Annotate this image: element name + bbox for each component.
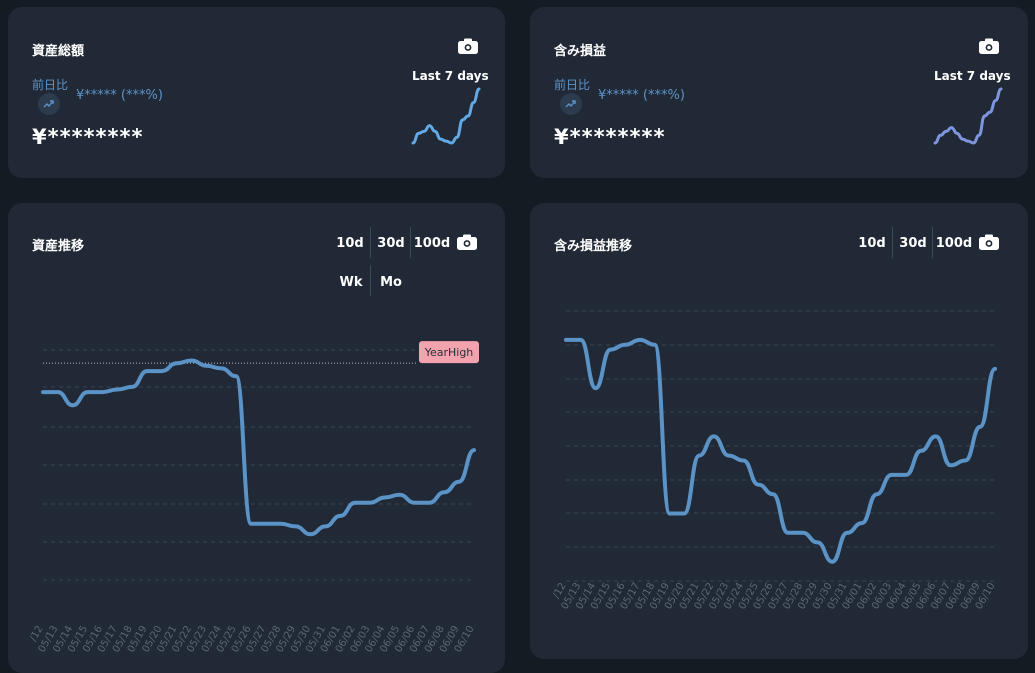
change-value: ¥***** (***%) [598, 88, 685, 103]
series-line [564, 337, 997, 564]
prev-day-label: 前日比 [554, 78, 591, 92]
trend-up-icon [38, 93, 60, 115]
total-assets-title: 資産総額 [32, 44, 85, 59]
total-assets-value: ¥******** [32, 125, 144, 149]
asset-history-chart: YearHigh/1205/1305/1405/1505/1605/1705/1… [28, 341, 479, 655]
pl-history-chart: /1205/1305/1405/1505/1605/1705/1805/1905… [551, 310, 998, 612]
camera-icon[interactable] [979, 38, 999, 54]
sparkline-chart [933, 87, 1003, 145]
unrealized-pl-title: 含み損益 [554, 44, 607, 59]
unrealized-pl-card: 含み損益 Last 7 days 前日比 ¥***** (***%) ¥****… [530, 7, 1028, 178]
asset-history-card: 資産推移 10d 30d 100d Wk Mo YearHigh/12 05/13… [8, 203, 505, 673]
sparkline-path [933, 87, 1003, 145]
spark-period-label: Last 7 days [934, 69, 1011, 83]
camera-icon[interactable] [458, 38, 478, 54]
trend-up-icon [560, 93, 582, 115]
prev-day-label: 前日比 [32, 78, 69, 92]
sparkline-chart [411, 87, 481, 145]
sparkline-path [411, 87, 481, 145]
year-high-label: YearHigh [424, 346, 474, 359]
pl-history-card: 含み損益推移 10d 30d 100d /12 05/13 05/14 05/15 05… [530, 203, 1028, 659]
unrealized-pl-value: ¥******** [554, 125, 666, 149]
change-value: ¥***** (***%) [76, 88, 163, 103]
total-assets-card: 資産総額 Last 7 days 前日比 ¥***** (***%) ¥****… [8, 7, 505, 178]
spark-period-label: Last 7 days [412, 69, 489, 83]
